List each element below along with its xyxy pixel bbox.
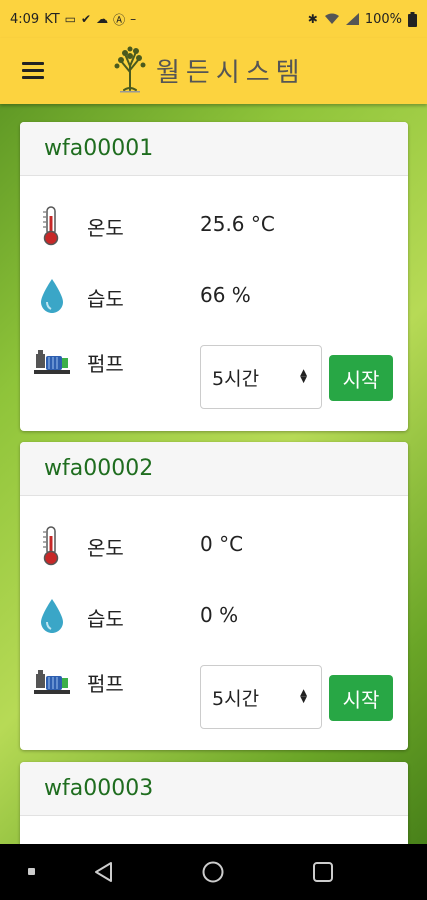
thermometer-icon — [43, 206, 59, 246]
cloud-icon: ☁ — [96, 12, 109, 26]
status-right: ✱ 100% — [307, 11, 417, 27]
temperature-value: 0 °C — [200, 532, 244, 556]
pump-icon — [34, 350, 70, 374]
menu-dot-icon[interactable] — [26, 866, 38, 878]
temperature-value: 25.6 °C — [200, 212, 275, 236]
humidity-value: 0 % — [200, 603, 239, 627]
status-carrier: KT — [44, 11, 60, 27]
device-card: wfa00002 온도 0 °C 습도 0 % 펌프 5시간 ▲ ▼ 시작 — [20, 442, 408, 750]
device-id: wfa00001 — [44, 136, 154, 161]
menu-icon[interactable] — [22, 60, 46, 80]
recents-icon[interactable] — [312, 861, 334, 883]
battery-percent: 100% — [364, 11, 402, 27]
humidity-label: 습도 — [87, 287, 124, 311]
battery-icon — [408, 11, 417, 27]
status-time: 4:09 — [10, 11, 40, 27]
select-arrows-icon: ▲ ▼ — [300, 368, 307, 385]
card-header: wfa00001 — [20, 122, 408, 176]
bluetooth-icon: ✱ — [307, 12, 318, 26]
device-card: wfa00001 온도 25.6 °C 습도 66 % 펌프 5시간 ▲ ▼ 시… — [20, 122, 408, 431]
app-title: 월든시스템 — [156, 57, 306, 88]
start-button[interactable]: 시작 — [329, 355, 393, 401]
home-icon[interactable] — [201, 860, 225, 884]
navigation-bar — [0, 844, 427, 900]
start-button[interactable]: 시작 — [329, 675, 393, 721]
select-arrows-icon: ▲ ▼ — [300, 688, 307, 705]
temperature-label: 온도 — [87, 216, 124, 240]
dash-icon: – — [130, 12, 137, 26]
wifi-icon — [324, 13, 339, 24]
message-icon: ▭ — [64, 12, 77, 26]
duration-selected: 5시간 — [212, 367, 260, 390]
water-drop-icon — [41, 599, 63, 633]
duration-select[interactable]: 5시간 ▲ ▼ — [200, 345, 322, 409]
duration-selected: 5시간 — [212, 687, 260, 710]
pump-label: 펌프 — [87, 672, 124, 696]
humidity-label: 습도 — [87, 607, 124, 631]
water-drop-icon — [41, 279, 63, 313]
card-header: wfa00003 — [20, 762, 408, 816]
app-header: 월든시스템 — [0, 38, 427, 104]
device-id: wfa00002 — [44, 456, 154, 481]
font-icon: Ⓐ — [113, 12, 126, 27]
check-icon: ✔ — [81, 12, 92, 26]
card-header: wfa00002 — [20, 442, 408, 496]
status-left: 4:09 KT ▭ ✔ ☁ Ⓐ – — [10, 11, 136, 28]
back-icon[interactable] — [92, 860, 116, 884]
duration-select[interactable]: 5시간 ▲ ▼ — [200, 665, 322, 729]
signal-icon — [345, 13, 359, 25]
tree-logo-icon — [114, 46, 146, 93]
thermometer-icon — [43, 526, 59, 566]
temperature-label: 온도 — [87, 536, 124, 560]
pump-icon — [34, 670, 70, 694]
pump-label: 펌프 — [87, 352, 124, 376]
device-id: wfa00003 — [44, 776, 154, 801]
app-logo: 월든시스템 — [112, 46, 306, 94]
status-bar: 4:09 KT ▭ ✔ ☁ Ⓐ – ✱ 100% — [0, 0, 427, 38]
humidity-value: 66 % — [200, 283, 251, 307]
